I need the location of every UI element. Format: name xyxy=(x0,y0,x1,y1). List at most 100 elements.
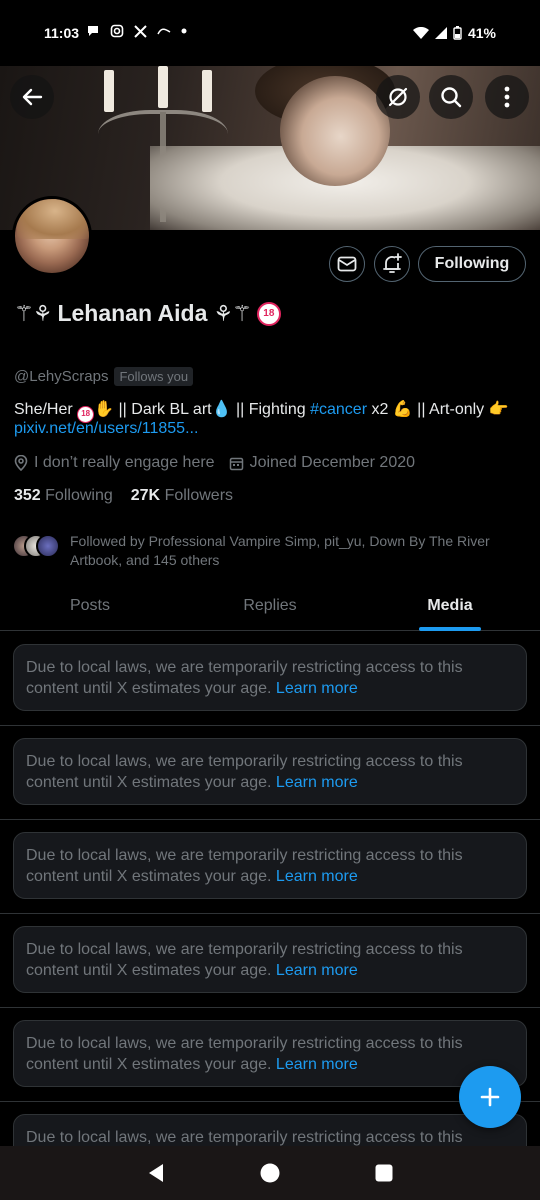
followed-by[interactable]: Followed by Professional Vampire Simp, p… xyxy=(12,532,500,570)
tab-posts[interactable]: Posts xyxy=(0,585,180,630)
user-handle: @LehyScraps xyxy=(14,368,109,385)
wifi-icon xyxy=(412,26,429,39)
notice-text: Due to local laws, we are temporarily re… xyxy=(26,941,463,979)
home-circle-icon[interactable] xyxy=(260,1163,280,1183)
following-stat[interactable]: 352 Following xyxy=(14,487,113,505)
compose-button[interactable] xyxy=(459,1066,521,1128)
follow-stats: 352 Following 27K Followers xyxy=(14,487,233,505)
dot-icon xyxy=(181,28,187,34)
age-restriction-notice: Due to local laws, we are temporarily re… xyxy=(13,926,527,993)
banner-art-candle xyxy=(202,70,212,112)
avatar[interactable] xyxy=(12,196,92,276)
bio-text: || Art-only xyxy=(412,401,489,418)
followers-stat[interactable]: 27K Followers xyxy=(131,487,233,505)
following-label: Following xyxy=(45,487,113,504)
banner-art-face xyxy=(280,76,390,186)
battery-icon xyxy=(453,26,462,40)
list-item: Due to local laws, we are temporarily re… xyxy=(0,914,540,1008)
followed-by-text: Followed by Professional Vampire Simp, p… xyxy=(70,533,490,568)
list-item: Due to local laws, we are temporarily re… xyxy=(0,1008,540,1102)
back-triangle-icon[interactable] xyxy=(147,1163,165,1183)
notice-text: Due to local laws, we are temporarily re… xyxy=(26,1129,463,1146)
banner-art-candle xyxy=(158,66,168,108)
tab-replies[interactable]: Replies xyxy=(180,585,360,630)
back-button[interactable] xyxy=(10,75,54,119)
status-time: 11:03 xyxy=(44,25,80,41)
blood-drop-icon: 💧 xyxy=(211,401,232,418)
location-item: I don’t really engage here xyxy=(14,454,215,472)
list-item: Due to local laws, we are temporarily re… xyxy=(0,632,540,726)
bell-plus-icon xyxy=(383,253,402,273)
age-restriction-notice: Due to local laws, we are temporarily re… xyxy=(13,644,527,711)
mail-icon xyxy=(337,256,357,272)
profile-tabs: Posts Replies Media xyxy=(0,585,540,631)
x-logo-icon xyxy=(134,24,147,38)
learn-more-link[interactable]: Learn more xyxy=(276,774,358,791)
system-nav-bar xyxy=(0,1146,540,1200)
signal-icon xyxy=(434,27,447,39)
follows-you-badge: Follows you xyxy=(114,367,194,386)
status-bar: 11:03 41% xyxy=(0,0,540,66)
age-restriction-notice: Due to local laws, we are temporarily re… xyxy=(13,1114,527,1146)
learn-more-link[interactable]: Learn more xyxy=(276,962,358,979)
banner-art-candle xyxy=(104,70,114,112)
age-restriction-notice: Due to local laws, we are temporarily re… xyxy=(13,1020,527,1087)
search-icon xyxy=(441,87,462,108)
learn-more-link[interactable]: Learn more xyxy=(276,868,358,885)
pointing-hand-icon: 👉 xyxy=(488,401,509,418)
plus-icon xyxy=(480,1087,500,1107)
avatar-art xyxy=(17,199,89,239)
following-button[interactable]: Following xyxy=(418,246,526,282)
mutual-avatar xyxy=(36,534,60,558)
translate-button[interactable] xyxy=(376,75,420,119)
notice-text: Due to local laws, we are temporarily re… xyxy=(26,1035,463,1073)
more-vertical-icon xyxy=(504,86,510,108)
website-link[interactable]: pixiv.net/en/users/11855... xyxy=(14,420,198,438)
more-button[interactable] xyxy=(485,75,529,119)
age-restriction-notice: Due to local laws, we are temporarily re… xyxy=(13,832,527,899)
bio-text: x2 xyxy=(367,401,393,418)
notify-button[interactable] xyxy=(374,246,410,282)
followers-count: 27K xyxy=(130,487,161,504)
list-item: Due to local laws, we are temporarily re… xyxy=(0,726,540,820)
translate-off-icon xyxy=(388,87,408,107)
back-arrow-icon xyxy=(22,88,43,106)
bio: She/Her 18 ✋ || Dark BL art💧 || Fighting … xyxy=(14,399,526,423)
instagram-icon xyxy=(110,24,124,38)
list-item: Due to local laws, we are temporarily re… xyxy=(0,1102,540,1146)
app-icon xyxy=(157,28,171,35)
flexed-biceps-icon: 💪 xyxy=(392,401,413,418)
list-item: Due to local laws, we are temporarily re… xyxy=(0,820,540,914)
age-restriction-notice: Due to local laws, we are temporarily re… xyxy=(13,738,527,805)
search-button[interactable] xyxy=(429,75,473,119)
location-pin-icon xyxy=(14,455,28,471)
location-text: I don’t really engage here xyxy=(34,454,215,471)
hashtag-link[interactable]: #cancer xyxy=(310,401,367,418)
hand-emoji-icon: ✋ xyxy=(94,401,115,418)
learn-more-link[interactable]: Learn more xyxy=(276,1056,358,1073)
following-count: 352 xyxy=(14,487,41,504)
notice-text: Due to local laws, we are temporarily re… xyxy=(26,847,463,885)
message-button[interactable] xyxy=(329,246,365,282)
notice-text: Due to local laws, we are temporarily re… xyxy=(26,659,463,697)
calendar-icon xyxy=(229,457,243,470)
bio-text: She/Her xyxy=(14,401,78,418)
bio-text: || Fighting xyxy=(231,401,311,418)
learn-more-link[interactable]: Learn more xyxy=(276,680,358,697)
battery-percent: 41% xyxy=(467,25,496,41)
tab-media[interactable]: Media xyxy=(360,585,540,630)
followers-label: Followers xyxy=(164,487,234,504)
notice-text: Due to local laws, we are temporarily re… xyxy=(26,753,463,791)
adult-18-icon: 18 xyxy=(256,301,281,326)
handle-row: @LehyScraps Follows you xyxy=(14,367,194,386)
chat-bubble-icon xyxy=(88,26,98,36)
recents-square-icon[interactable] xyxy=(375,1164,393,1182)
joined-text: Joined December 2020 xyxy=(249,454,416,471)
bio-text: || Dark BL art xyxy=(114,401,212,418)
joined-item: Joined December 2020 xyxy=(229,454,415,472)
decorative-glyph-left: ⚚⚘ xyxy=(14,300,52,326)
media-feed[interactable]: Due to local laws, we are temporarily re… xyxy=(0,632,540,1146)
notification-icons xyxy=(86,24,187,38)
display-name: Lehanan Aida xyxy=(57,300,208,326)
decorative-glyph-right: ⚘⚚ xyxy=(213,300,251,326)
